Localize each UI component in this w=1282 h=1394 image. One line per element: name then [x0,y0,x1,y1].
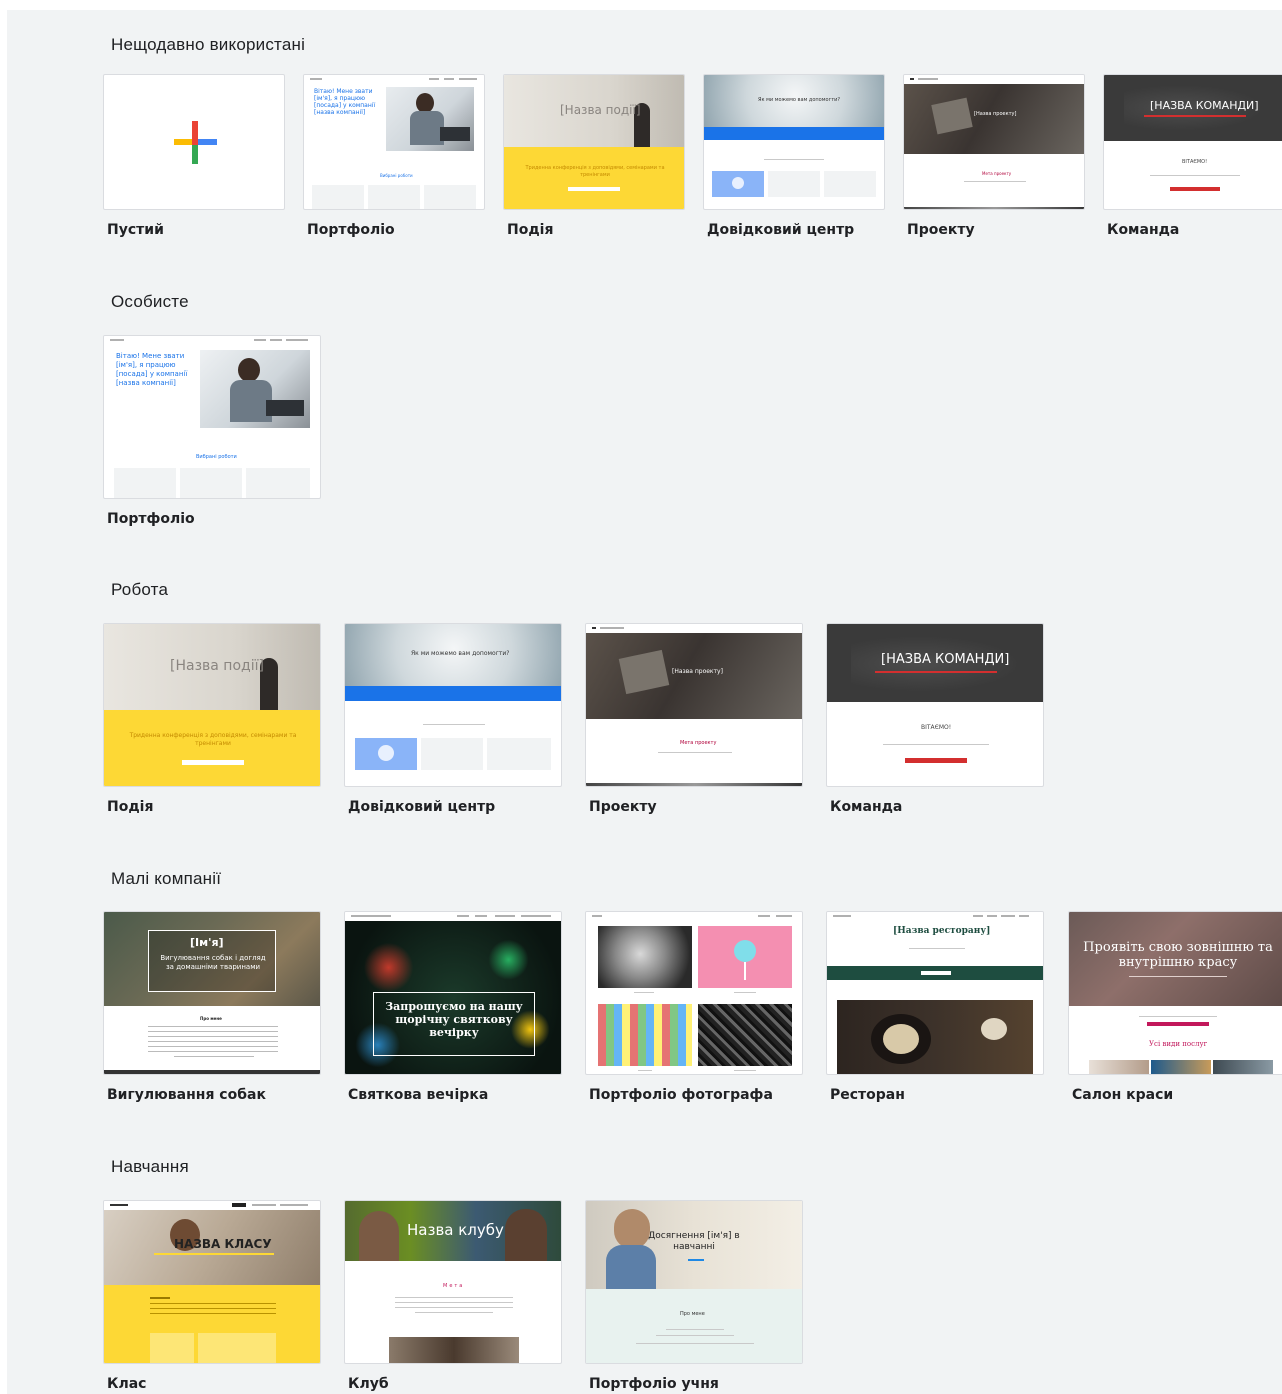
preview-subtitle: Мета проекту [982,171,1012,176]
template-thumbnail[interactable] [103,74,285,210]
preview-headline: НАЗВА КЛАСУ [174,1237,272,1251]
preview-subtitle: Триденна конференція з доповідями, семін… [525,165,665,178]
preview-headline: Вітаю! Мене звати [ім'я], я працюю [поса… [314,88,376,116]
preview-headline: Вітаю! Мене звати [ім'я], я працюю [поса… [116,352,188,387]
template-label: Подія [507,222,554,238]
section-title-education: Навчання [111,1157,189,1176]
preview-subtitle: ВІТАЄМО! [1182,159,1208,165]
template-label: Портфоліо [307,222,395,238]
template-label: Клас [107,1376,147,1392]
template-label: Портфоліо фотографа [589,1087,773,1103]
preview-headline: Проявіть свою зовнішню та внутрішню крас… [1083,940,1273,970]
preview-headline: Запрошуємо на нашу щорічну святкову вечі… [385,1000,523,1039]
preview-subtitle: Триденна конференція з доповідями, семін… [129,732,297,747]
preview-cta: Вибрані роботи [380,173,413,178]
preview-subtitle: Усі види послуг [1149,1040,1208,1048]
preview-headline: [Ім'я] [190,936,224,949]
preview-headline: [Назва події] [560,103,641,117]
template-thumbnail[interactable] [585,911,803,1075]
template-thumbnail[interactable]: [НАЗВА КОМАНДИ] ВІТАЄМО! [826,623,1044,787]
preview-cta: Вибрані роботи [196,454,237,460]
plus-icon [174,121,217,164]
preview-headline: [Назва події] [170,658,264,674]
preview-headline: Досягнення [ім'я] в навчанні [648,1231,740,1252]
preview-headline: Як ми можемо вам допомогти? [411,650,510,657]
person-photo [200,350,310,428]
template-label: Святкова вечірка [348,1087,489,1103]
template-label: Довідковий центр [707,222,855,238]
template-label: Подія [107,799,154,815]
template-thumbnail[interactable]: [Назва ресторану] [826,911,1044,1075]
template-gallery: Нещодавно використані Пустий Вітаю! Мене… [7,10,1282,1394]
cars-photo [698,1004,792,1066]
template-thumbnail[interactable]: Вітаю! Мене звати [ім'я], я працюю [поса… [303,74,485,210]
preview-subtitle: ВІТАЄМО! [921,724,952,731]
template-label: Ресторан [830,1087,905,1103]
template-label: Клуб [348,1376,389,1392]
template-thumbnail[interactable]: [Назва проекту] Мета проекту [585,623,803,787]
building-photo [598,1004,692,1066]
section-title-work: Робота [111,580,169,599]
template-thumbnail[interactable]: Як ми можемо вам допомогти? [344,623,562,787]
template-label: Портфоліо учня [589,1376,719,1392]
section-title-personal: Особисте [111,292,189,311]
preview-headline: [Назва проекту] [974,111,1017,117]
template-label: Вигулювання собак [107,1087,266,1103]
food-photo [837,1000,1033,1074]
preview-headline: [НАЗВА КОМАНДИ] [881,652,1010,667]
person-photo [386,87,474,151]
section-title-small-business: Малі компанії [111,869,222,888]
template-thumbnail[interactable]: Назва клубу Мета [344,1200,562,1364]
preview-headline: [Назва ресторану] [893,926,991,936]
preview-headline: [Назва проекту] [672,668,723,675]
preview-headline: Назва клубу [407,1221,504,1239]
template-label: Проекту [907,222,975,238]
template-label: Команда [830,799,903,815]
preview-subtitle: Мета [443,1283,465,1289]
template-label: Довідковий центр [348,799,496,815]
template-label: Пустий [107,222,164,238]
template-thumbnail[interactable]: [Назва проекту] Мета проекту [903,74,1085,210]
template-thumbnail[interactable]: Запрошуємо на нашу щорічну святкову вечі… [344,911,562,1075]
template-thumbnail[interactable]: [Ім'я] Вигулювання собак і догляд за дом… [103,911,321,1075]
template-thumbnail[interactable]: НАЗВА КЛАСУ [103,1200,321,1364]
template-thumbnail[interactable]: Вітаю! Мене звати [ім'я], я працюю [поса… [103,335,321,499]
template-thumbnail[interactable]: [НАЗВА КОМАНДИ] ВІТАЄМО! [1103,74,1282,210]
template-label: Проекту [589,799,657,815]
preview-subtitle: Мета проекту [680,740,717,746]
template-thumbnail[interactable]: Проявіть свою зовнішню та внутрішню крас… [1068,911,1282,1075]
preview-subtitle: Про мене [680,1311,705,1317]
template-label: Портфоліо [107,511,195,527]
template-label: Команда [1107,222,1180,238]
preview-section: Про мене [200,1016,222,1021]
lollipop-photo [698,926,792,988]
template-thumbnail[interactable]: [Назва події] Триденна конференція з доп… [103,623,321,787]
preview-subtitle: Вигулювання собак і догляд за домашніми … [160,954,266,971]
template-label: Салон краси [1072,1087,1174,1103]
section-title-recent: Нещодавно використані [111,35,306,54]
portrait-photo [598,926,692,988]
template-thumbnail[interactable]: [Назва події] Триденна конференція з доп… [503,74,685,210]
template-thumbnail[interactable]: Досягнення [ім'я] в навчанні Про мене [585,1200,803,1364]
preview-headline: [НАЗВА КОМАНДИ] [1150,99,1259,112]
preview-headline: Як ми можемо вам допомогти? [758,97,841,103]
template-thumbnail[interactable]: Як ми можемо вам допомогти? [703,74,885,210]
